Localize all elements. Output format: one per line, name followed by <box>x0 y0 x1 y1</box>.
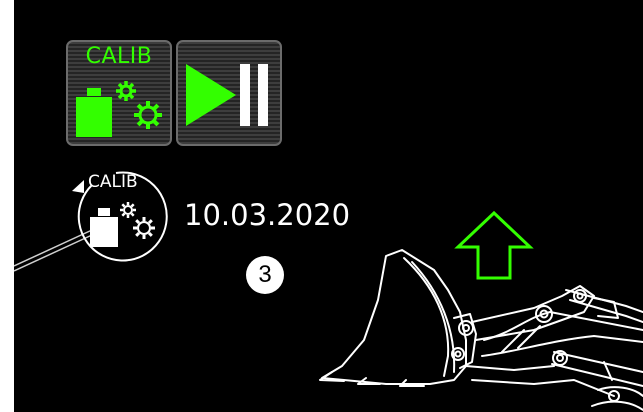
display-screen: CALIB CALIB 10.03.2020 3 <box>14 0 643 412</box>
wheel-loader-bucket-icon <box>319 249 643 411</box>
